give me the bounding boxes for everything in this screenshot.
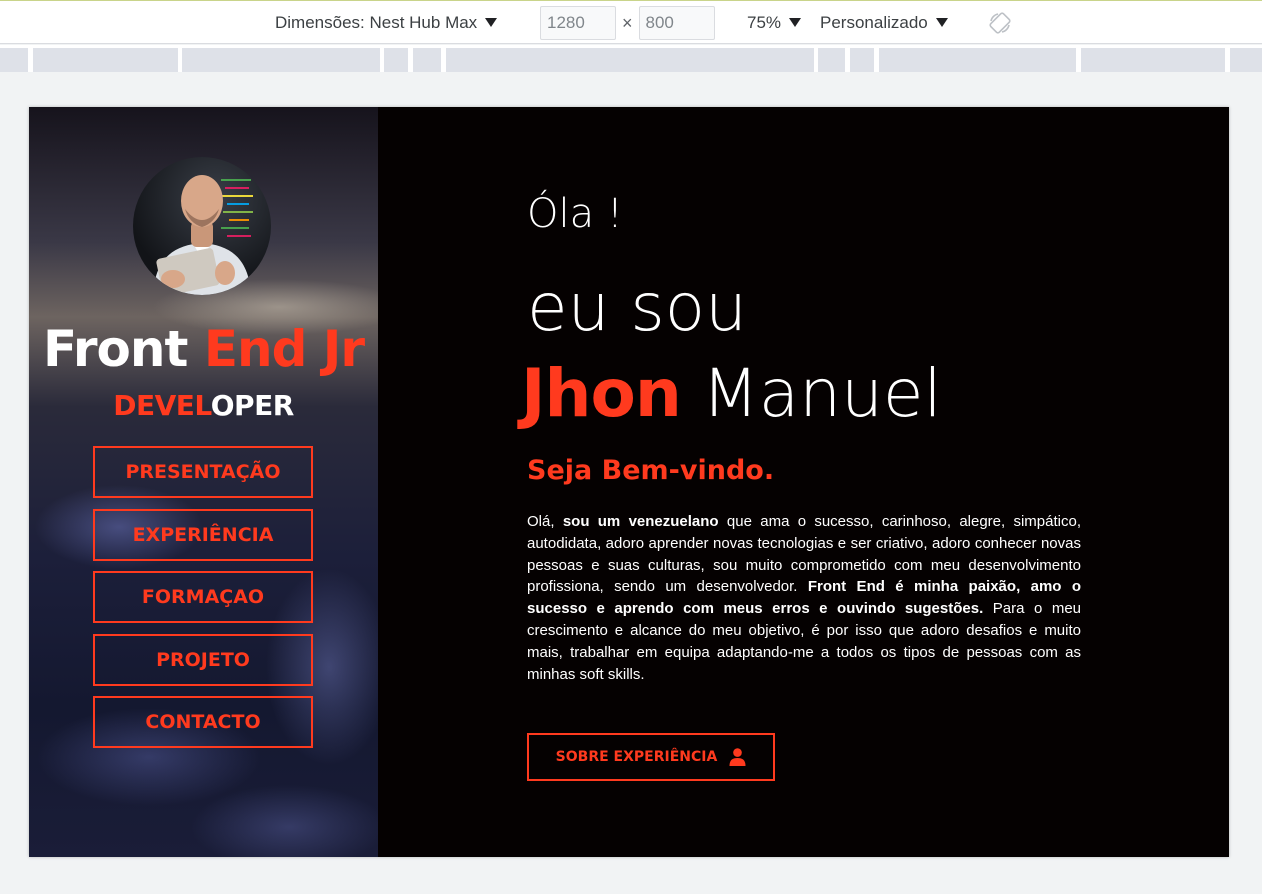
page-viewport: Front End Jr DEVELOPER PRESENTAÇÃO EXPER… xyxy=(29,107,1229,857)
height-input[interactable]: 800 xyxy=(638,6,715,40)
greeting: Óla ! xyxy=(527,191,623,237)
cta-label: SOBRE EXPERIÊNCIA xyxy=(555,749,718,765)
brand-title-front: Front xyxy=(42,320,188,378)
nav-button-projeto[interactable]: PROJETO xyxy=(93,633,313,686)
ruler-segment[interactable] xyxy=(384,48,408,72)
user-icon xyxy=(729,748,746,766)
last-name: Manuel xyxy=(701,355,942,432)
ruler-segment[interactable] xyxy=(182,48,380,72)
nav-button-experiencia[interactable]: EXPERIÊNCIA xyxy=(93,508,313,561)
media-query-ruler[interactable] xyxy=(0,45,1262,72)
hero-section: Óla ! eu sou Jhon Manuel Seja Bem-vindo.… xyxy=(378,107,1229,857)
sidebar: Front End Jr DEVELOPER PRESENTAÇÃO EXPER… xyxy=(29,107,378,857)
device-dimensions-label: Dimensões: Nest Hub Max xyxy=(275,13,478,32)
ruler-segment[interactable] xyxy=(33,48,178,72)
times-separator: × xyxy=(622,12,633,33)
zoom-dropdown[interactable]: 75% xyxy=(747,1,802,45)
ruler-segment[interactable] xyxy=(850,48,874,72)
rotate-button[interactable] xyxy=(988,1,1012,45)
hero-name: Jhon Manuel xyxy=(521,355,942,432)
ruler-segment[interactable] xyxy=(818,48,845,72)
ruler-segment[interactable] xyxy=(879,48,1076,72)
bio-text: Olá, xyxy=(527,513,555,530)
throttle-label: Personalizado xyxy=(820,13,928,32)
bio-paragraph: Olá, sou um venezuelano que ama o sucess… xyxy=(527,511,1081,685)
chevron-down-icon xyxy=(485,17,498,27)
device-toolbar: Dimensões: Nest Hub Max 1280 × 800 75% P… xyxy=(0,0,1262,44)
ruler-segment[interactable] xyxy=(1230,48,1262,72)
nav-button-contacto[interactable]: CONTACTO xyxy=(93,696,313,748)
brand-sub-devel: DEVEL xyxy=(113,389,211,422)
brand-sub-oper: OPER xyxy=(210,389,295,422)
chevron-down-icon xyxy=(935,17,948,27)
ruler-segment[interactable] xyxy=(0,48,28,72)
ruler-segment[interactable] xyxy=(1081,48,1225,72)
brand-title-endjr: End Jr xyxy=(203,320,365,378)
rotate-icon xyxy=(989,12,1011,34)
brand-subtitle: DEVELOPER xyxy=(29,389,378,422)
ruler-segment[interactable] xyxy=(446,48,814,72)
brand-title: Front End Jr xyxy=(29,320,378,378)
about-experience-button[interactable]: SOBRE EXPERIÊNCIA xyxy=(527,733,775,781)
device-dimensions-dropdown[interactable]: Dimensões: Nest Hub Max xyxy=(275,1,498,45)
chevron-down-icon xyxy=(789,17,802,27)
welcome-heading: Seja Bem-vindo. xyxy=(527,455,775,486)
zoom-label: 75% xyxy=(747,13,782,32)
first-name: Jhon xyxy=(521,355,682,432)
main-nav: PRESENTAÇÃO EXPERIÊNCIA FORMAÇAO PROJETO… xyxy=(93,446,313,759)
intro-line: eu sou xyxy=(527,269,748,346)
avatar xyxy=(133,157,271,295)
bio-bold: sou um venezuelano xyxy=(562,513,719,530)
throttle-dropdown[interactable]: Personalizado xyxy=(820,1,948,45)
profile-photo xyxy=(153,175,253,295)
ruler-segment[interactable] xyxy=(413,48,441,72)
width-input[interactable]: 1280 xyxy=(540,6,616,40)
nav-button-formacao[interactable]: FORMAÇAO xyxy=(93,571,313,623)
nav-button-presentacao[interactable]: PRESENTAÇÃO xyxy=(93,446,313,498)
